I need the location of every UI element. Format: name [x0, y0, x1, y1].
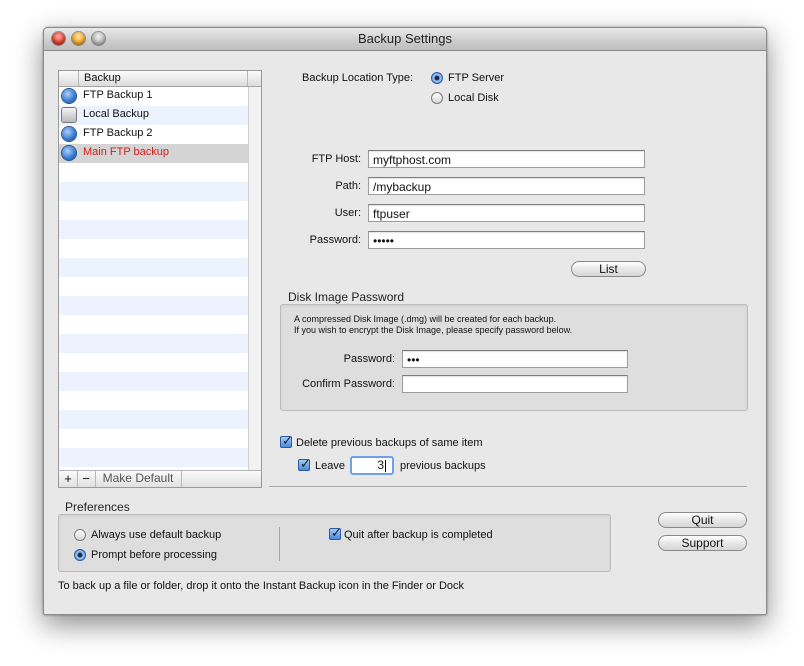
- support-button[interactable]: Support: [658, 535, 747, 551]
- quit-after-label[interactable]: Quit after backup is completed: [344, 529, 493, 541]
- backup-list-rows: FTP Backup 1 Local Backup FTP Backup 2 M…: [59, 87, 248, 467]
- list-button[interactable]: List: [571, 261, 646, 277]
- disk-image-group: A compressed Disk Image (.dmg) will be c…: [280, 304, 748, 411]
- leave-count-value: 3: [377, 458, 384, 472]
- confirm-password-field[interactable]: [402, 375, 628, 393]
- empty-row: [59, 239, 248, 258]
- quit-after-checkbox[interactable]: [329, 525, 342, 541]
- backup-list[interactable]: Backup FTP Backup 1 Local Backup FTP Bac…: [58, 70, 262, 472]
- previous-backups-label: previous backups: [400, 460, 486, 472]
- empty-row: [59, 429, 248, 448]
- ftp-server-radio[interactable]: [431, 72, 443, 84]
- path-label: Path:: [335, 180, 361, 192]
- disk-image-description-line-2: If you wish to encrypt the Disk Image, p…: [294, 325, 573, 335]
- user-field[interactable]: ftpuser: [368, 204, 645, 222]
- disk-image-password-label: Password:: [343, 353, 395, 365]
- preferences-group: Always use default backup Prompt before …: [58, 514, 611, 572]
- list-item-label: FTP Backup 2: [83, 127, 153, 139]
- preferences-group-title: Preferences: [65, 500, 130, 514]
- leave-count-field[interactable]: 3: [350, 456, 394, 475]
- ftp-password-label: Password:: [309, 234, 361, 246]
- delete-previous-checkbox[interactable]: [280, 433, 293, 449]
- ftp-password-field[interactable]: •••••: [368, 231, 645, 249]
- make-default-button[interactable]: Make Default: [95, 471, 182, 487]
- list-item[interactable]: FTP Backup 1: [59, 87, 248, 106]
- local-disk-radio[interactable]: [431, 92, 443, 104]
- local-disk-label[interactable]: Local Disk: [448, 92, 499, 104]
- section-divider: [269, 486, 747, 487]
- column-divider: [247, 71, 248, 86]
- leave-label[interactable]: Leave: [315, 460, 345, 472]
- title-bar[interactable]: Backup Settings: [44, 28, 766, 51]
- empty-row: [59, 296, 248, 315]
- path-field[interactable]: /mybackup: [368, 177, 645, 195]
- list-item-label: Main FTP backup: [83, 146, 170, 158]
- empty-row: [59, 182, 248, 201]
- prompt-before-radio[interactable]: [74, 549, 86, 561]
- ftp-server-label[interactable]: FTP Server: [448, 72, 504, 84]
- delete-previous-label[interactable]: Delete previous backups of same item: [296, 437, 482, 449]
- empty-row: [59, 220, 248, 239]
- list-item-label: Local Backup: [83, 108, 150, 120]
- empty-row: [59, 372, 248, 391]
- backup-settings-window: Backup Settings Backup FTP Backup 1 Loca…: [43, 27, 767, 615]
- list-scrollbar[interactable]: [248, 87, 261, 471]
- empty-row: [59, 201, 248, 220]
- list-item[interactable]: Local Backup: [59, 106, 248, 125]
- empty-row: [59, 391, 248, 410]
- location-type-label: Backup Location Type:: [302, 72, 414, 84]
- backup-list-header[interactable]: Backup: [59, 71, 261, 87]
- prompt-before-label[interactable]: Prompt before processing: [91, 549, 217, 561]
- always-default-label[interactable]: Always use default backup: [91, 529, 221, 541]
- disk-image-password-field[interactable]: •••: [402, 350, 628, 368]
- preferences-divider: [279, 527, 280, 561]
- column-divider: [78, 71, 79, 86]
- leave-checkbox[interactable]: [298, 456, 311, 472]
- empty-row: [59, 334, 248, 353]
- globe-icon: [62, 89, 76, 103]
- ftp-host-label: FTP Host:: [311, 153, 361, 165]
- disk-image-description-line-1: A compressed Disk Image (.dmg) will be c…: [294, 314, 557, 324]
- always-default-radio[interactable]: [74, 529, 86, 541]
- text-caret: [385, 459, 386, 472]
- remove-backup-button[interactable]: −: [77, 471, 96, 487]
- confirm-password-label: Confirm Password:: [302, 378, 395, 390]
- list-footer-bar: + − Make Default: [58, 470, 262, 488]
- footer-hint: To back up a file or folder, drop it ont…: [58, 580, 465, 592]
- empty-row: [59, 163, 248, 182]
- list-item-label: FTP Backup 1: [83, 89, 153, 101]
- disk-image-group-title: Disk Image Password: [288, 290, 405, 304]
- window-title: Backup Settings: [358, 31, 452, 46]
- backup-column-header[interactable]: Backup: [84, 72, 121, 84]
- empty-row: [59, 353, 248, 372]
- ftp-host-field[interactable]: myftphost.com: [368, 150, 645, 168]
- globe-icon: [62, 146, 76, 160]
- empty-row: [59, 277, 248, 296]
- add-backup-button[interactable]: +: [59, 471, 78, 487]
- globe-icon: [62, 127, 76, 141]
- list-item-selected[interactable]: Main FTP backup: [59, 144, 248, 163]
- empty-row: [59, 258, 248, 277]
- list-item[interactable]: FTP Backup 2: [59, 125, 248, 144]
- hard-disk-icon: [62, 108, 76, 122]
- user-label: User:: [334, 207, 361, 219]
- empty-row: [59, 410, 248, 429]
- empty-row: [59, 448, 248, 467]
- quit-button[interactable]: Quit: [658, 512, 747, 528]
- empty-row: [59, 315, 248, 334]
